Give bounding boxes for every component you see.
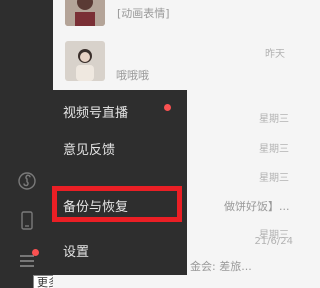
mini-program-icon[interactable]	[14, 168, 40, 194]
backup-restore-highlight-box	[52, 186, 182, 222]
chat-time: 昨天	[265, 49, 285, 60]
chat-preview: 金会: 差旅...	[190, 260, 252, 273]
menu-item-label: 设置	[63, 245, 90, 260]
chat-time: 21/6/24	[254, 236, 293, 247]
menu-item-label: 意见反馈	[63, 143, 116, 158]
chat-preview: 哦哦哦	[116, 69, 149, 82]
more-menu: 视频号直播 意见反馈 备份与恢复 设置	[46, 90, 187, 275]
list-item[interactable]: [动画表情]	[53, 0, 301, 42]
menu-item-label: 视频号直播	[63, 106, 129, 121]
phone-icon[interactable]	[14, 208, 40, 234]
menu-item-channels-live[interactable]: 视频号直播	[46, 93, 187, 130]
chat-time: 星期三	[259, 114, 289, 125]
chat-time: 星期三	[259, 144, 289, 155]
menu-badge	[32, 249, 39, 256]
chat-preview: 做饼好饭】...	[224, 200, 290, 213]
avatar	[65, 41, 105, 81]
menu-item-feedback[interactable]: 意见反馈	[46, 130, 187, 167]
channels-live-badge	[164, 104, 171, 111]
chat-time: 星期三	[259, 173, 289, 184]
chat-preview: [动画表情]	[117, 7, 170, 20]
menu-item-settings[interactable]: 设置	[46, 232, 187, 269]
avatar	[65, 0, 105, 26]
